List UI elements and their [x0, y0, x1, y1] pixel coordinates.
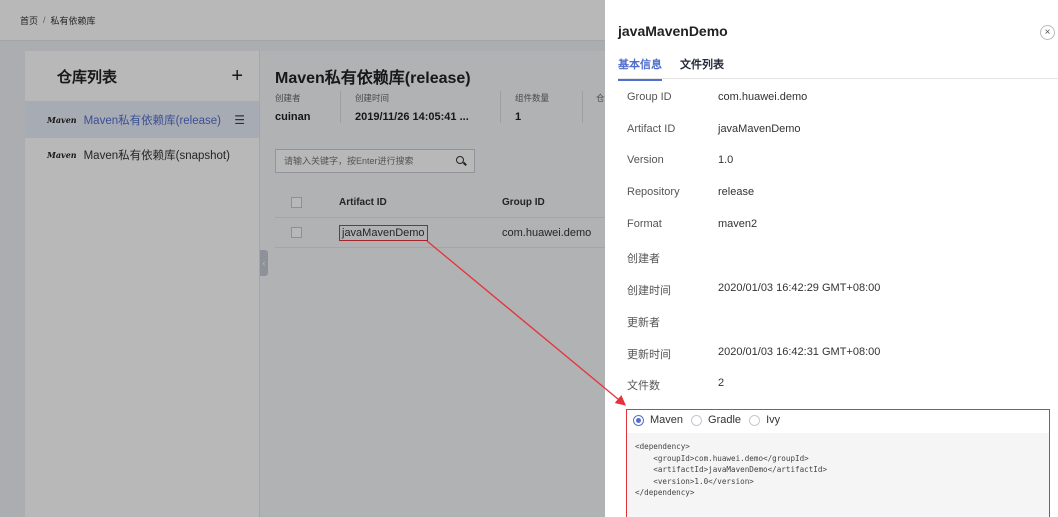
info-value-version: 1.0 [718, 154, 734, 166]
info-label-creator: 创建者 [627, 253, 660, 265]
tabs-divider [618, 78, 1058, 79]
info-label-artifact-id: Artifact ID [627, 123, 676, 135]
radio-maven[interactable] [633, 414, 644, 426]
radio-label-ivy[interactable]: Ivy [766, 414, 780, 426]
dependency-code[interactable]: <dependency> <groupId>com.huawei.demo</g… [627, 433, 1049, 517]
artifact-detail-drawer: javaMavenDemo × 基本信息 文件列表 Group ID com.h… [605, 0, 1058, 517]
modal-overlay[interactable] [0, 0, 605, 517]
info-label-created-at: 创建时间 [627, 285, 671, 297]
info-value-created-at: 2020/01/03 16:42:29 GMT+08:00 [718, 282, 881, 294]
radio-ivy[interactable] [749, 414, 761, 426]
info-label-version: Version [627, 154, 664, 166]
info-value-repository: release [718, 186, 755, 198]
info-label-updater: 更新者 [627, 317, 660, 329]
radio-gradle[interactable] [691, 414, 703, 426]
info-label-file-count: 文件数 [627, 380, 660, 392]
info-value-artifact-id: javaMavenDemo [718, 123, 801, 135]
info-label-repository: Repository [627, 186, 680, 198]
close-icon[interactable]: × [1040, 25, 1055, 40]
info-label-group-id: Group ID [627, 91, 672, 103]
radio-label-maven[interactable]: Maven [650, 414, 683, 426]
dependency-box: Maven Gradle Ivy <dependency> <groupId>c… [626, 409, 1050, 517]
info-value-file-count: 2 [718, 377, 725, 389]
info-label-format: Format [627, 218, 662, 230]
info-value-format: maven2 [718, 218, 758, 230]
info-label-updated-at: 更新时间 [627, 349, 671, 361]
info-value-updated-at: 2020/01/03 16:42:31 GMT+08:00 [718, 346, 881, 358]
build-tool-radio-group: Maven Gradle Ivy [627, 410, 1049, 430]
info-value-group-id: com.huawei.demo [718, 91, 808, 103]
radio-label-gradle[interactable]: Gradle [708, 414, 741, 426]
drawer-title: javaMavenDemo [618, 23, 728, 39]
